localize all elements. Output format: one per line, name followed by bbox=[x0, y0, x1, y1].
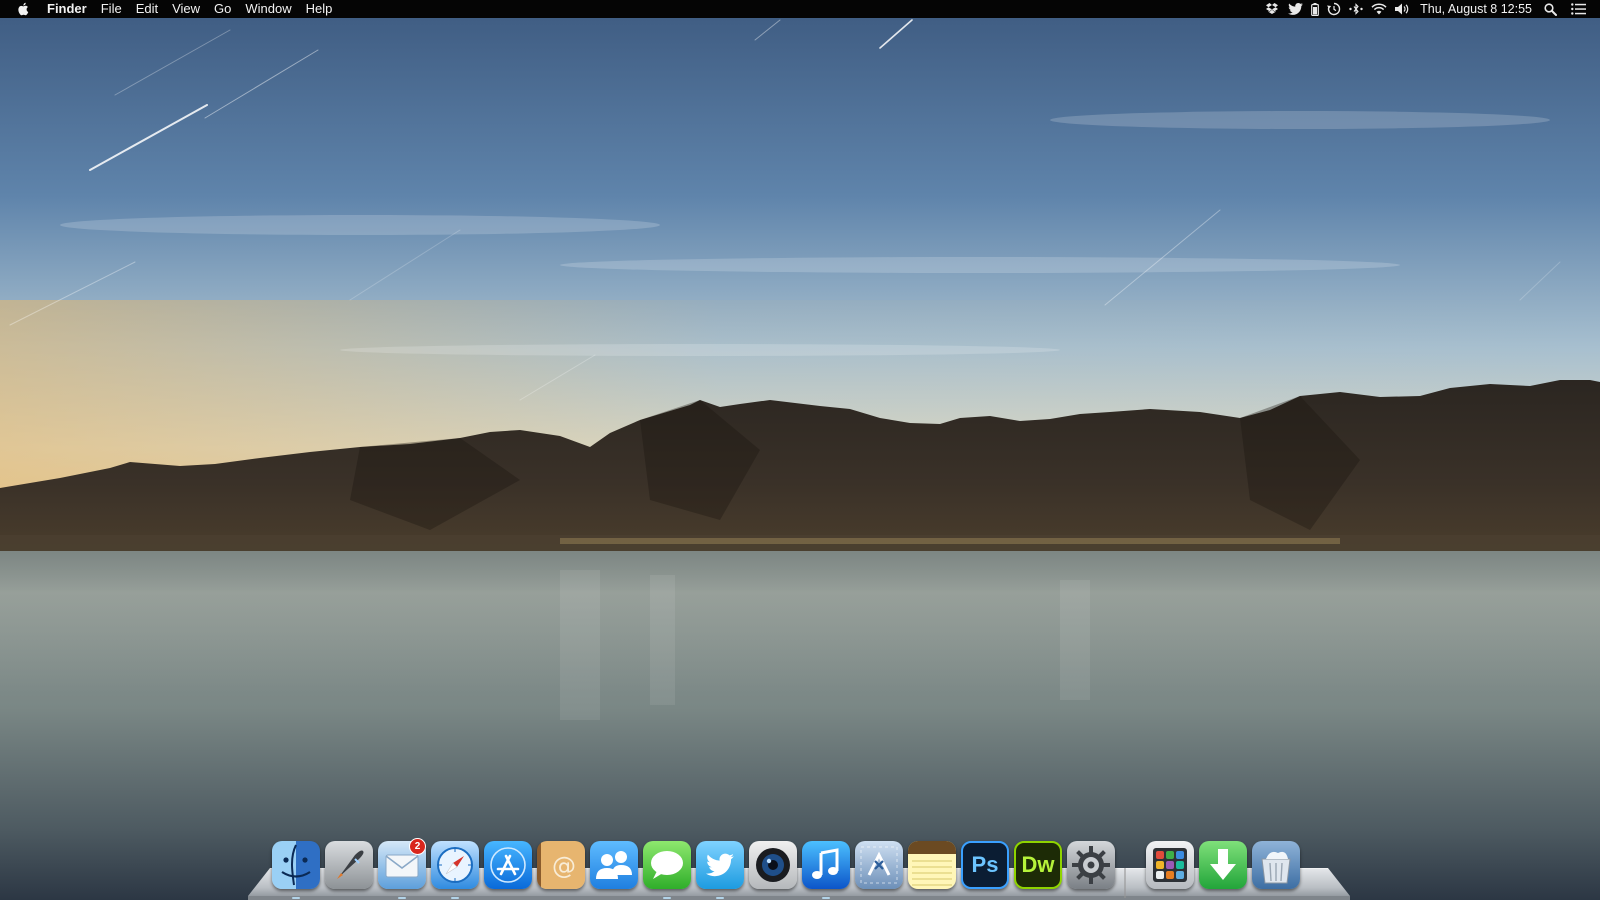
itunes-icon bbox=[812, 848, 839, 879]
dock-twitter[interactable] bbox=[696, 841, 744, 889]
finder-icon bbox=[281, 844, 311, 886]
dock-photoshop[interactable]: Ps bbox=[961, 841, 1009, 889]
dock-itunes[interactable] bbox=[802, 841, 850, 889]
dock-safari[interactable] bbox=[431, 841, 479, 889]
menu-view[interactable]: View bbox=[165, 0, 207, 18]
menu-window[interactable]: Window bbox=[238, 0, 298, 18]
launchpad-icon bbox=[337, 850, 364, 879]
menu-app-name[interactable]: Finder bbox=[40, 0, 94, 18]
wifi-icon[interactable] bbox=[1371, 0, 1387, 18]
dock-dreamweaver[interactable]: Dw bbox=[1014, 841, 1062, 889]
spotlight-search-icon[interactable] bbox=[1544, 0, 1557, 18]
menu-bar-clock[interactable]: Thu, August 8 12:55 bbox=[1420, 2, 1532, 16]
volume-icon[interactable] bbox=[1395, 0, 1410, 18]
downloads-icon bbox=[1210, 849, 1236, 880]
dreamweaver-icon: Dw bbox=[1021, 852, 1055, 877]
dock-applications-stack[interactable] bbox=[1146, 841, 1194, 889]
dock-messages[interactable] bbox=[643, 841, 691, 889]
dock-finder[interactable] bbox=[272, 841, 320, 889]
dock-people[interactable] bbox=[590, 841, 638, 889]
gear-icon bbox=[1072, 846, 1110, 884]
contacts-icon: @ bbox=[552, 852, 576, 880]
dock-migration-assistant[interactable] bbox=[855, 841, 903, 889]
battery-icon[interactable] bbox=[1311, 0, 1320, 18]
menu-file[interactable]: File bbox=[94, 0, 129, 18]
safari-icon bbox=[437, 847, 473, 883]
applications-stack-icon bbox=[1153, 848, 1187, 882]
dock: 2 @ Ps Dw bbox=[248, 838, 1350, 900]
people-icon bbox=[596, 851, 632, 879]
dock-camera[interactable] bbox=[749, 841, 797, 889]
bluetooth-icon[interactable] bbox=[1349, 0, 1363, 18]
running-indicator-mail bbox=[398, 897, 406, 899]
dock-notes[interactable] bbox=[908, 841, 956, 889]
menu-bar: Finder File Edit View Go Window Help Thu… bbox=[0, 0, 1600, 18]
mail-badge: 2 bbox=[409, 838, 426, 855]
camera-icon bbox=[756, 848, 790, 882]
dock-downloads[interactable] bbox=[1199, 841, 1247, 889]
messages-icon bbox=[651, 851, 683, 879]
dropbox-icon[interactable] bbox=[1266, 0, 1280, 18]
menu-help[interactable]: Help bbox=[299, 0, 340, 18]
twitter-icon bbox=[706, 853, 734, 877]
notes-icon bbox=[908, 841, 956, 886]
running-indicator-messages bbox=[663, 897, 671, 899]
dock-launchpad[interactable] bbox=[325, 841, 373, 889]
trash-icon bbox=[1261, 851, 1291, 884]
running-indicator-safari bbox=[451, 897, 459, 899]
apple-menu-icon[interactable] bbox=[14, 2, 32, 16]
dock-system-preferences[interactable] bbox=[1067, 841, 1115, 889]
dock-trash[interactable] bbox=[1252, 841, 1300, 889]
menu-go[interactable]: Go bbox=[207, 0, 238, 18]
notification-center-icon[interactable] bbox=[1571, 0, 1586, 18]
running-indicator-finder bbox=[292, 897, 300, 899]
time-machine-icon[interactable] bbox=[1327, 0, 1341, 18]
menu-edit[interactable]: Edit bbox=[129, 0, 165, 18]
photoshop-icon: Ps bbox=[971, 852, 999, 877]
dock-contacts[interactable]: @ bbox=[537, 841, 585, 889]
dock-app-store[interactable] bbox=[484, 841, 532, 889]
svg-text:@: @ bbox=[552, 852, 576, 880]
app-store-icon bbox=[490, 847, 526, 883]
migration-assistant-icon bbox=[860, 846, 898, 884]
running-indicator-itunes bbox=[822, 897, 830, 899]
twitter-icon[interactable] bbox=[1288, 0, 1303, 18]
running-indicator-twitter bbox=[716, 897, 724, 899]
desktop-wallpaper bbox=[0, 0, 1600, 900]
